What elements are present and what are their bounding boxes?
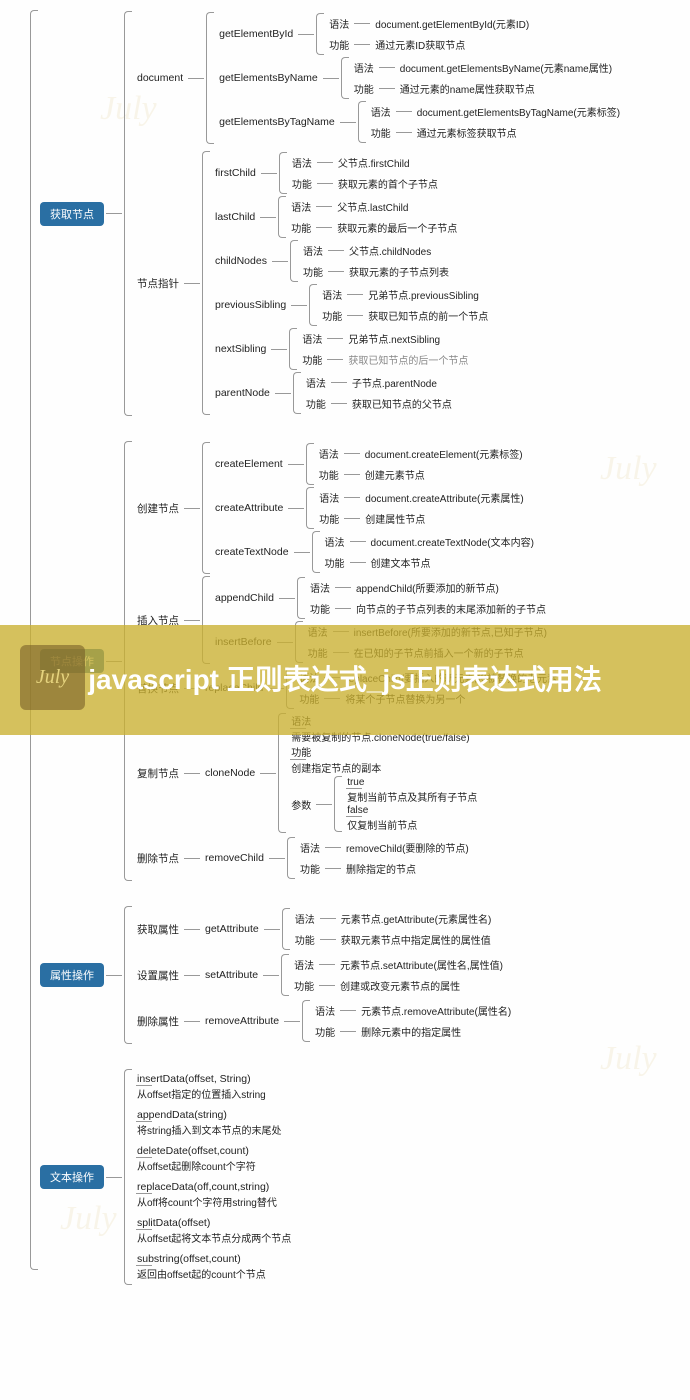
group-create: 创建节点: [134, 499, 182, 518]
group-clone: 复制节点: [134, 764, 182, 783]
group-document: document: [134, 70, 186, 86]
node-lastChild: lastChild: [212, 209, 258, 225]
overlay-title-banner: javascript 正则表达式_js正则表达式用法: [0, 625, 690, 735]
section-text-ops: 文本操作 insertData(offset, String)从offset指定…: [40, 1069, 623, 1285]
param-false: false: [344, 803, 371, 818]
group-get-attr: 获取属性: [134, 920, 182, 939]
section-attr-ops: 属性操作 获取属性 getAttribute 语法元素节点.getAttribu…: [40, 906, 623, 1044]
text-deleteDate: deleteDate(offset,count): [134, 1143, 252, 1159]
node-createElement: createElement: [212, 456, 286, 472]
group-del-attr: 删除属性: [134, 1012, 182, 1031]
text-splitData: splitData(offset): [134, 1215, 213, 1231]
text-replaceData: replaceData(off,count,string): [134, 1179, 272, 1195]
value-function: 通过元素ID获取节点: [372, 35, 468, 54]
node-previousSibling: previousSibling: [212, 297, 289, 313]
node-createAttribute: createAttribute: [212, 500, 286, 516]
group-set-attr: 设置属性: [134, 966, 182, 985]
param-true: true: [344, 775, 367, 790]
node-getElementsByName: getElementsByName: [216, 70, 321, 86]
text-appendData: appendData(string): [134, 1107, 230, 1123]
overlay-stamp: July: [20, 645, 85, 710]
node-getAttribute: getAttribute: [202, 921, 262, 937]
text-substring: substring(offset,count): [134, 1251, 244, 1267]
node-cloneNode: cloneNode: [202, 765, 258, 781]
pill-text-ops: 文本操作: [40, 1165, 104, 1189]
node-createTextNode: createTextNode: [212, 544, 292, 560]
label-params: 参数: [288, 795, 314, 814]
node-firstChild: firstChild: [212, 165, 259, 181]
pill-attr-ops: 属性操作: [40, 963, 104, 987]
node-removeChild: removeChild: [202, 850, 267, 866]
node-childNodes: childNodes: [212, 253, 270, 269]
section-get-node: 获取节点 document getElementById 语法 document.…: [40, 11, 623, 416]
node-appendChild: appendChild: [212, 590, 277, 606]
node-nextSibling: nextSibling: [212, 341, 269, 357]
node-parentNode: parentNode: [212, 385, 273, 401]
value-syntax: document.getElementById(元素ID): [372, 14, 532, 33]
node-setAttribute: setAttribute: [202, 967, 261, 983]
node-getElementsByTagName: getElementsByTagName: [216, 114, 338, 130]
group-remove: 删除节点: [134, 849, 182, 868]
label-syntax: 语法: [326, 14, 352, 33]
node-removeAttribute: removeAttribute: [202, 1013, 282, 1029]
text-insertData: insertData(offset, String): [134, 1071, 254, 1087]
group-node-pointer: 节点指针: [134, 274, 182, 293]
pill-get-node: 获取节点: [40, 202, 104, 226]
label-function: 功能: [326, 35, 352, 54]
node-getElementById: getElementById: [216, 26, 296, 42]
